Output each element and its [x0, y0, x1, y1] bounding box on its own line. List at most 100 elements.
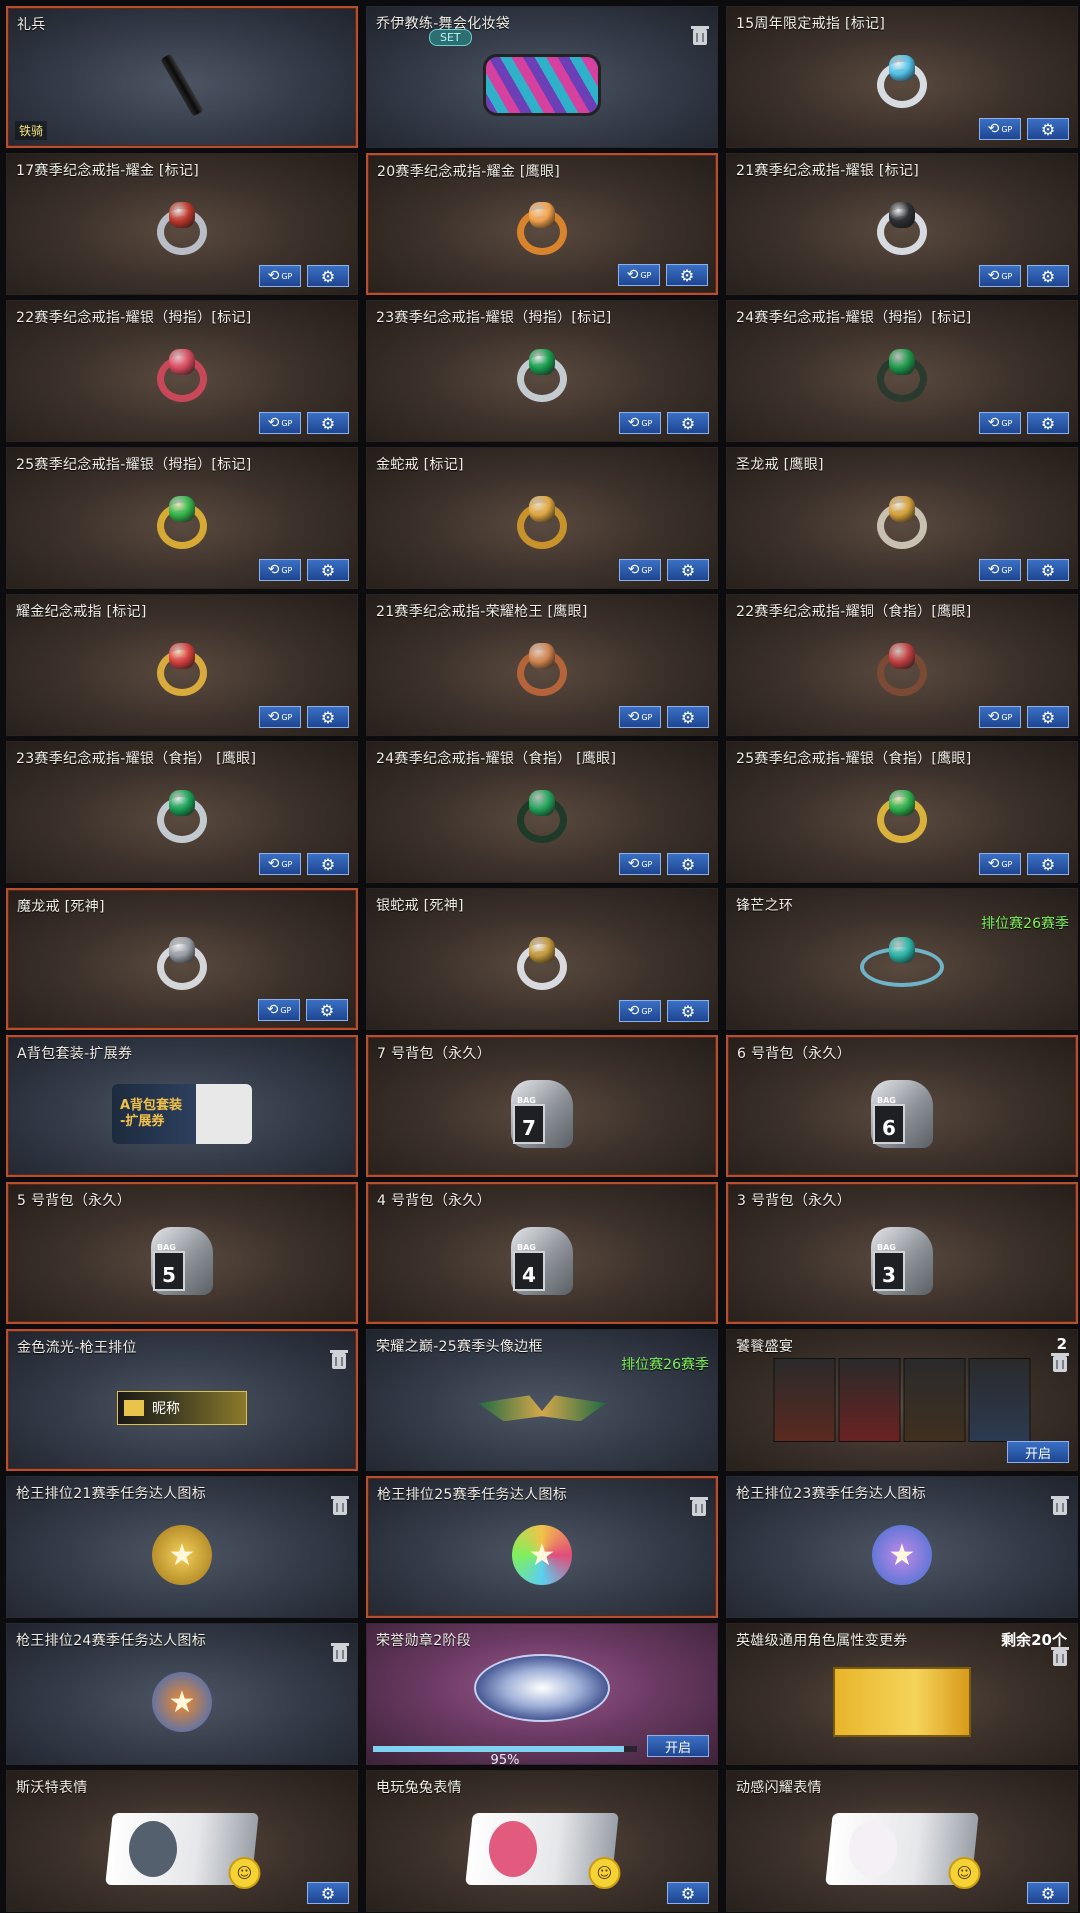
inventory-card[interactable]: 饕餮盛宴 2 开启: [726, 1329, 1078, 1471]
settings-button[interactable]: ⚙: [307, 1882, 349, 1904]
gp-convert-button[interactable]: ⟲ GP: [979, 412, 1021, 434]
settings-button[interactable]: ⚙: [667, 412, 709, 434]
inventory-card[interactable]: 枪王排位25赛季任务达人图标 ★: [366, 1476, 718, 1618]
inventory-card[interactable]: 枪王排位21赛季任务达人图标 ★: [6, 1476, 358, 1618]
settings-button[interactable]: ⚙: [1027, 1882, 1069, 1904]
gp-convert-button[interactable]: ⟲ GP: [619, 412, 661, 434]
trash-icon[interactable]: [1051, 1647, 1069, 1666]
inventory-card[interactable]: 魔龙戒 [死神] ⟲ GP ⚙: [6, 888, 358, 1030]
gp-convert-button[interactable]: ⟲ GP: [259, 706, 301, 728]
settings-button[interactable]: ⚙: [1027, 412, 1069, 434]
open-button[interactable]: 开启: [1007, 1441, 1069, 1463]
inventory-card[interactable]: 金蛇戒 [标记] ⟲ GP ⚙: [366, 447, 718, 589]
settings-button[interactable]: ⚙: [1027, 559, 1069, 581]
inventory-card[interactable]: 21赛季纪念戒指-耀银 [标记] ⟲ GP ⚙: [726, 153, 1078, 295]
trash-icon[interactable]: [331, 1643, 349, 1662]
settings-button[interactable]: ⚙: [1027, 706, 1069, 728]
gp-convert-button[interactable]: ⟲ GP: [259, 265, 301, 287]
inventory-card[interactable]: A背包套装-扩展券 A背包套装 -扩展券: [6, 1035, 358, 1177]
refresh-icon: ⟲: [267, 709, 280, 725]
settings-button[interactable]: ⚙: [307, 559, 349, 581]
inventory-card[interactable]: 锋芒之环 排位赛26赛季: [726, 888, 1078, 1030]
settings-button[interactable]: ⚙: [667, 853, 709, 875]
gp-convert-button[interactable]: ⟲ GP: [259, 853, 301, 875]
inventory-card[interactable]: 22赛季纪念戒指-耀铜（食指）[鹰眼] ⟲ GP ⚙: [726, 594, 1078, 736]
trash-icon[interactable]: [691, 26, 709, 45]
gp-convert-button[interactable]: ⟲ GP: [259, 412, 301, 434]
settings-button[interactable]: ⚙: [1027, 118, 1069, 140]
trash-icon[interactable]: [1051, 1496, 1069, 1515]
settings-button[interactable]: ⚙: [666, 264, 708, 286]
refresh-icon: ⟲: [626, 267, 639, 283]
refresh-icon: ⟲: [987, 709, 1000, 725]
card-title: 电玩兔兔表情: [376, 1780, 462, 1796]
inventory-card[interactable]: 5 号背包（永久） BAG 5: [6, 1182, 358, 1324]
inventory-card[interactable]: 电玩兔兔表情 ☺ ⚙: [366, 1770, 718, 1912]
settings-button[interactable]: ⚙: [667, 559, 709, 581]
expansion-ticket-icon: A背包套装 -扩展券: [112, 1084, 252, 1145]
inventory-card[interactable]: 枪王排位24赛季任务达人图标 ★: [6, 1623, 358, 1765]
settings-button[interactable]: ⚙: [667, 1000, 709, 1022]
gp-convert-button[interactable]: ⟲ GP: [979, 118, 1021, 140]
inventory-card[interactable]: 乔伊教练-舞会化妆袋 SET: [366, 6, 718, 148]
settings-button[interactable]: ⚙: [306, 999, 348, 1021]
gp-convert-button[interactable]: ⟲ GP: [979, 265, 1021, 287]
inventory-card[interactable]: 22赛季纪念戒指-耀银（拇指）[标记] ⟲ GP ⚙: [6, 300, 358, 442]
open-button[interactable]: 开启: [647, 1735, 709, 1757]
inventory-card[interactable]: 耀金纪念戒指 [标记] ⟲ GP ⚙: [6, 594, 358, 736]
settings-button[interactable]: ⚙: [1027, 265, 1069, 287]
inventory-card[interactable]: 23赛季纪念戒指-耀银（食指） [鹰眼] ⟲ GP ⚙: [6, 741, 358, 883]
settings-button[interactable]: ⚙: [1027, 853, 1069, 875]
inventory-card[interactable]: 礼兵 铁骑: [6, 6, 358, 148]
gp-convert-button[interactable]: ⟲ GP: [618, 264, 660, 286]
inventory-card[interactable]: 圣龙戒 [鹰眼] ⟲ GP ⚙: [726, 447, 1078, 589]
settings-button[interactable]: ⚙: [307, 853, 349, 875]
gp-convert-button[interactable]: ⟲ GP: [619, 706, 661, 728]
inventory-card[interactable]: 荣耀之巅-25赛季头像边框 排位赛26赛季: [366, 1329, 718, 1471]
settings-button[interactable]: ⚙: [307, 265, 349, 287]
inventory-card[interactable]: 25赛季纪念戒指-耀银（拇指）[标记] ⟲ GP ⚙: [6, 447, 358, 589]
inventory-card[interactable]: 6 号背包（永久） BAG 6: [726, 1035, 1078, 1177]
refresh-icon: ⟲: [987, 415, 1000, 431]
gp-convert-button[interactable]: ⟲ GP: [258, 999, 300, 1021]
gear-icon: ⚙: [680, 1001, 696, 1021]
settings-button[interactable]: ⚙: [307, 706, 349, 728]
inventory-card[interactable]: 20赛季纪念戒指-耀金 [鹰眼] ⟲ GP ⚙: [366, 153, 718, 295]
inventory-card[interactable]: 荣誉勋章2阶段 开启 95%: [366, 1623, 718, 1765]
inventory-card[interactable]: 17赛季纪念戒指-耀金 [标记] ⟲ GP ⚙: [6, 153, 358, 295]
inventory-card[interactable]: 动感闪耀表情 ☺ ⚙: [726, 1770, 1078, 1912]
refresh-icon: ⟲: [627, 562, 640, 578]
settings-button[interactable]: ⚙: [667, 706, 709, 728]
inventory-card[interactable]: 英雄级通用角色属性变更券 剩余20个: [726, 1623, 1078, 1765]
settings-button[interactable]: ⚙: [667, 1882, 709, 1904]
inventory-card[interactable]: 斯沃特表情 ☺ ⚙: [6, 1770, 358, 1912]
inventory-card[interactable]: 银蛇戒 [死神] ⟲ GP ⚙: [366, 888, 718, 1030]
gp-convert-button[interactable]: ⟲ GP: [619, 559, 661, 581]
settings-button[interactable]: ⚙: [307, 412, 349, 434]
inventory-card[interactable]: 23赛季纪念戒指-耀银（拇指）[标记] ⟲ GP ⚙: [366, 300, 718, 442]
inventory-card[interactable]: 7 号背包（永久） BAG 7: [366, 1035, 718, 1177]
inventory-card[interactable]: 25赛季纪念戒指-耀银（食指）[鹰眼] ⟲ GP ⚙: [726, 741, 1078, 883]
gp-convert-button[interactable]: ⟲ GP: [259, 559, 301, 581]
inventory-card[interactable]: 24赛季纪念戒指-耀银（食指） [鹰眼] ⟲ GP ⚙: [366, 741, 718, 883]
gp-convert-button[interactable]: ⟲ GP: [979, 853, 1021, 875]
gp-convert-button[interactable]: ⟲ GP: [979, 706, 1021, 728]
inventory-card[interactable]: 24赛季纪念戒指-耀银（拇指）[标记] ⟲ GP ⚙: [726, 300, 1078, 442]
trash-icon[interactable]: [690, 1497, 708, 1516]
gp-label: GP: [281, 565, 293, 575]
refresh-icon: ⟲: [627, 856, 640, 872]
gp-convert-button[interactable]: ⟲ GP: [619, 1000, 661, 1022]
inventory-card[interactable]: 15周年限定戒指 [标记] ⟲ GP ⚙: [726, 6, 1078, 148]
inventory-card[interactable]: 金色流光-枪王排位 昵称: [6, 1329, 358, 1471]
trash-icon[interactable]: [1051, 1353, 1069, 1372]
inventory-card[interactable]: 21赛季纪念戒指-荣耀枪王 [鹰眼] ⟲ GP ⚙: [366, 594, 718, 736]
gp-convert-button[interactable]: ⟲ GP: [619, 853, 661, 875]
inventory-card[interactable]: 3 号背包（永久） BAG 3: [726, 1182, 1078, 1324]
gp-label: GP: [1001, 712, 1013, 722]
gear-icon: ⚙: [320, 1883, 336, 1903]
trash-icon[interactable]: [330, 1350, 348, 1369]
inventory-card[interactable]: 枪王排位23赛季任务达人图标 ★: [726, 1476, 1078, 1618]
inventory-card[interactable]: 4 号背包（永久） BAG 4: [366, 1182, 718, 1324]
gp-convert-button[interactable]: ⟲ GP: [979, 559, 1021, 581]
trash-icon[interactable]: [331, 1496, 349, 1515]
